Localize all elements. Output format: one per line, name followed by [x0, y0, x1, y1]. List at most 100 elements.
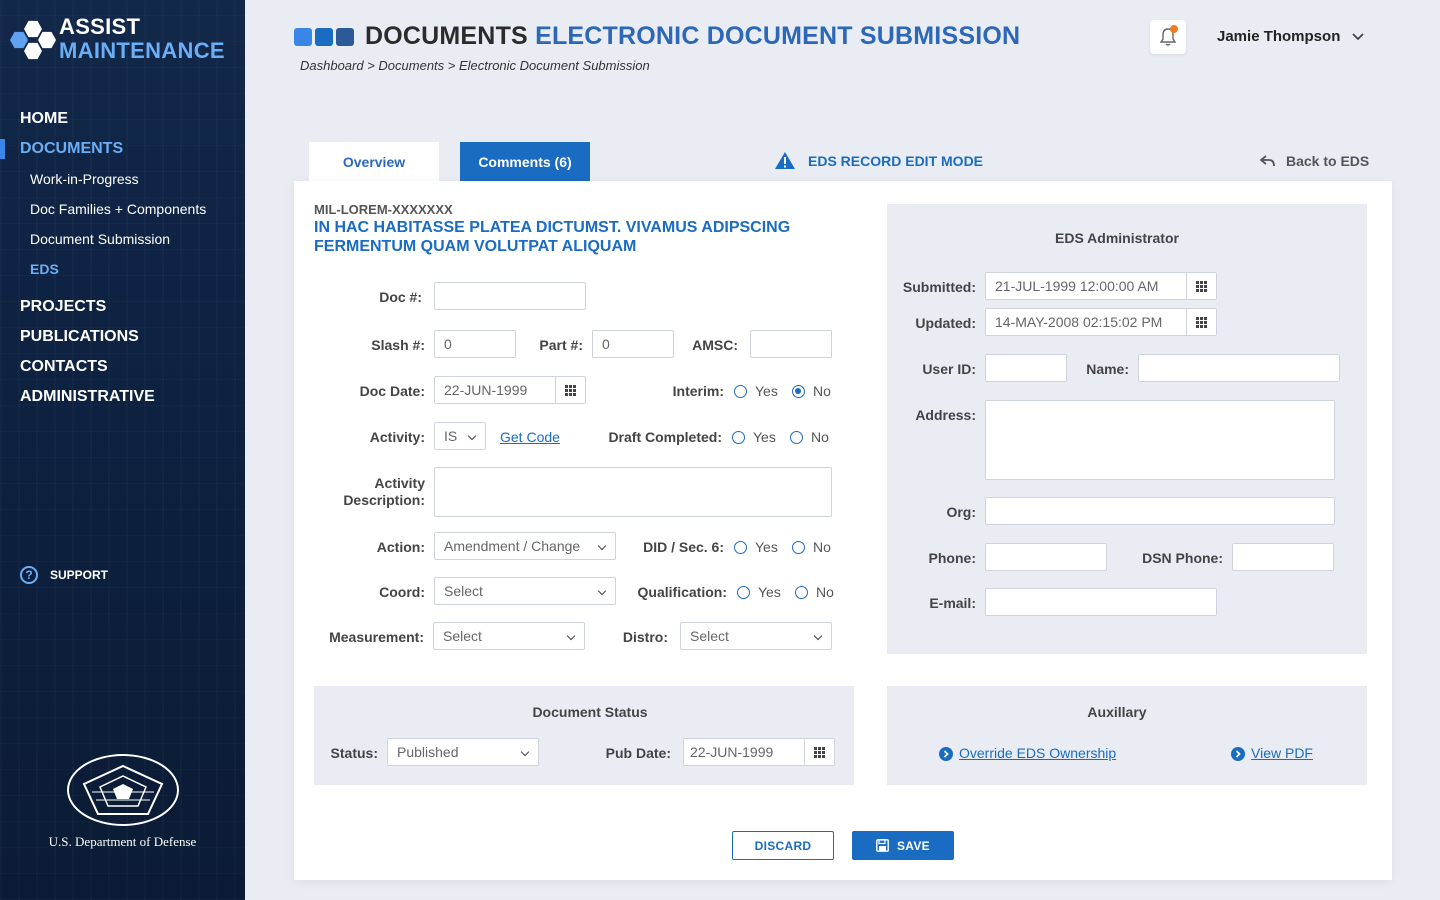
- user-menu[interactable]: Jamie Thompson: [1217, 28, 1364, 45]
- doc-num-input[interactable]: [434, 282, 586, 310]
- page-header: DOCUMENTS ELECTRONIC DOCUMENT SUBMISSION: [294, 22, 1020, 51]
- action-select[interactable]: Amendment / Change: [434, 532, 616, 560]
- radio-circle-icon: [732, 430, 745, 444]
- tab-comments[interactable]: Comments (6): [460, 142, 590, 181]
- activity-label: Activity:: [369, 429, 425, 445]
- org-input[interactable]: [985, 497, 1335, 525]
- hexagon-logo-icon: [10, 18, 56, 62]
- auxiliary-panel: [887, 686, 1367, 785]
- activity-description-input[interactable]: [434, 467, 832, 517]
- calendar-button[interactable]: [1186, 309, 1216, 335]
- address-label: Address:: [915, 407, 976, 423]
- did-sec6-label: DID / Sec. 6:: [643, 539, 724, 555]
- calendar-button[interactable]: [804, 739, 834, 765]
- name-input[interactable]: [1138, 354, 1340, 382]
- arrow-right-circle-icon: [939, 747, 953, 762]
- interim-no-radio[interactable]: No: [792, 383, 831, 399]
- nav-sub-work-in-progress[interactable]: Work-in-Progress: [0, 168, 245, 198]
- calendar-icon: [814, 746, 825, 758]
- save-button[interactable]: SAVE: [852, 831, 954, 860]
- coord-select[interactable]: Select: [434, 577, 616, 605]
- dsn-phone-input[interactable]: [1232, 543, 1334, 571]
- nav-documents[interactable]: DOCUMENTS: [0, 138, 245, 168]
- nav-contacts[interactable]: CONTACTS: [0, 356, 245, 386]
- radio-circle-icon: [737, 585, 750, 599]
- qualification-no-radio[interactable]: No: [795, 584, 834, 600]
- submitted-input[interactable]: 21-JUL-1999 12:00:00 AM: [985, 272, 1217, 300]
- pub-date-value: 22-JUN-1999: [690, 744, 774, 760]
- dod-caption: U.S. Department of Defense: [48, 834, 197, 849]
- nav-sub-eds[interactable]: EDS: [0, 258, 245, 288]
- slash-num-label: Slash #:: [371, 337, 425, 353]
- view-pdf-label: View PDF: [1251, 745, 1313, 761]
- qualification-yes-radio[interactable]: Yes: [737, 584, 781, 600]
- did-sec6-yes-radio[interactable]: Yes: [734, 539, 778, 555]
- email-input[interactable]: [985, 588, 1217, 616]
- brand-square-icon: [315, 27, 333, 46]
- pub-date-label: Pub Date:: [605, 745, 671, 761]
- draft-completed-no-radio[interactable]: No: [790, 429, 829, 445]
- nav-sub-doc-families[interactable]: Doc Families + Components: [0, 198, 245, 228]
- radio-circle-icon: [734, 540, 747, 554]
- activity-select[interactable]: IS: [434, 422, 486, 450]
- calendar-button[interactable]: [555, 377, 585, 403]
- support-link[interactable]: ? SUPPORT: [20, 566, 108, 584]
- distro-select[interactable]: Select: [680, 622, 832, 650]
- did-no-label: No: [813, 539, 831, 555]
- name-label: Name:: [1086, 361, 1129, 377]
- address-input[interactable]: [985, 400, 1335, 480]
- phone-label: Phone:: [928, 550, 976, 566]
- back-to-eds-link[interactable]: Back to EDS: [1260, 153, 1369, 169]
- doc-date-value: 22-JUN-1999: [444, 382, 528, 398]
- nav-sub-document-submission[interactable]: Document Submission: [0, 228, 245, 258]
- doc-num-label: Doc #:: [379, 289, 422, 305]
- status-select[interactable]: Published: [387, 738, 539, 766]
- doc-date-input[interactable]: 22-JUN-1999: [434, 376, 586, 404]
- part-num-input[interactable]: 0: [592, 330, 674, 358]
- save-label: SAVE: [897, 838, 930, 853]
- interim-yes-radio[interactable]: Yes: [734, 383, 778, 399]
- document-title: IN HAC HABITASSE PLATEA DICTUMST. VIVAMU…: [314, 219, 791, 255]
- user-id-input[interactable]: [985, 354, 1067, 382]
- calendar-button[interactable]: [1186, 273, 1216, 299]
- pub-date-input[interactable]: 22-JUN-1999: [683, 738, 835, 766]
- view-pdf-link[interactable]: View PDF: [1231, 745, 1313, 762]
- app-logo[interactable]: ASSIST MAINTENANCE: [10, 15, 225, 63]
- get-code-link[interactable]: Get Code: [500, 429, 560, 445]
- draft-yes-label: Yes: [753, 429, 776, 445]
- phone-input[interactable]: [985, 543, 1107, 571]
- amsc-input[interactable]: [750, 330, 832, 358]
- tab-overview[interactable]: Overview: [309, 142, 439, 181]
- draft-no-label: No: [811, 429, 829, 445]
- breadcrumb[interactable]: Dashboard > Documents > Electronic Docum…: [300, 58, 650, 73]
- nav-home[interactable]: HOME: [0, 108, 245, 138]
- measurement-select[interactable]: Select: [433, 622, 585, 650]
- nav-publications[interactable]: PUBLICATIONS: [0, 326, 245, 356]
- sidebar: ASSIST MAINTENANCE HOME DOCUMENTS Work-i…: [0, 0, 245, 900]
- qualification-no-label: No: [816, 584, 834, 600]
- nav-administrative[interactable]: ADMINISTRATIVE: [0, 386, 245, 416]
- support-label: SUPPORT: [50, 568, 109, 582]
- activity-description-label: Activity Description:: [330, 475, 425, 509]
- slash-num-input[interactable]: 0: [434, 330, 516, 358]
- discard-button[interactable]: DISCARD: [732, 831, 834, 860]
- edit-mode-label: EDS RECORD EDIT MODE: [808, 152, 984, 169]
- user-name: Jamie Thompson: [1217, 28, 1341, 45]
- brand-square-icon: [294, 27, 312, 46]
- override-ownership-link[interactable]: Override EDS Ownership: [939, 745, 1116, 762]
- back-label: Back to EDS: [1286, 153, 1370, 169]
- draft-completed-yes-radio[interactable]: Yes: [732, 429, 776, 445]
- radio-circle-icon: [795, 585, 808, 599]
- nav-projects[interactable]: PROJECTS: [0, 296, 245, 326]
- did-sec6-no-radio[interactable]: No: [792, 539, 831, 555]
- reply-arrow-icon: [1260, 155, 1275, 167]
- updated-input[interactable]: 14-MAY-2008 02:15:02 PM: [985, 308, 1217, 336]
- app-name-line2: MAINTENANCE: [59, 38, 225, 63]
- qualification-label: Qualification:: [637, 584, 727, 600]
- arrow-right-circle-icon: [1231, 747, 1245, 762]
- dod-seal-icon: [67, 754, 179, 826]
- chevron-down-icon: [1352, 32, 1364, 40]
- distro-label: Distro:: [622, 629, 668, 645]
- notifications-button[interactable]: [1150, 20, 1186, 54]
- edit-mode-indicator: EDS RECORD EDIT MODE: [774, 151, 983, 170]
